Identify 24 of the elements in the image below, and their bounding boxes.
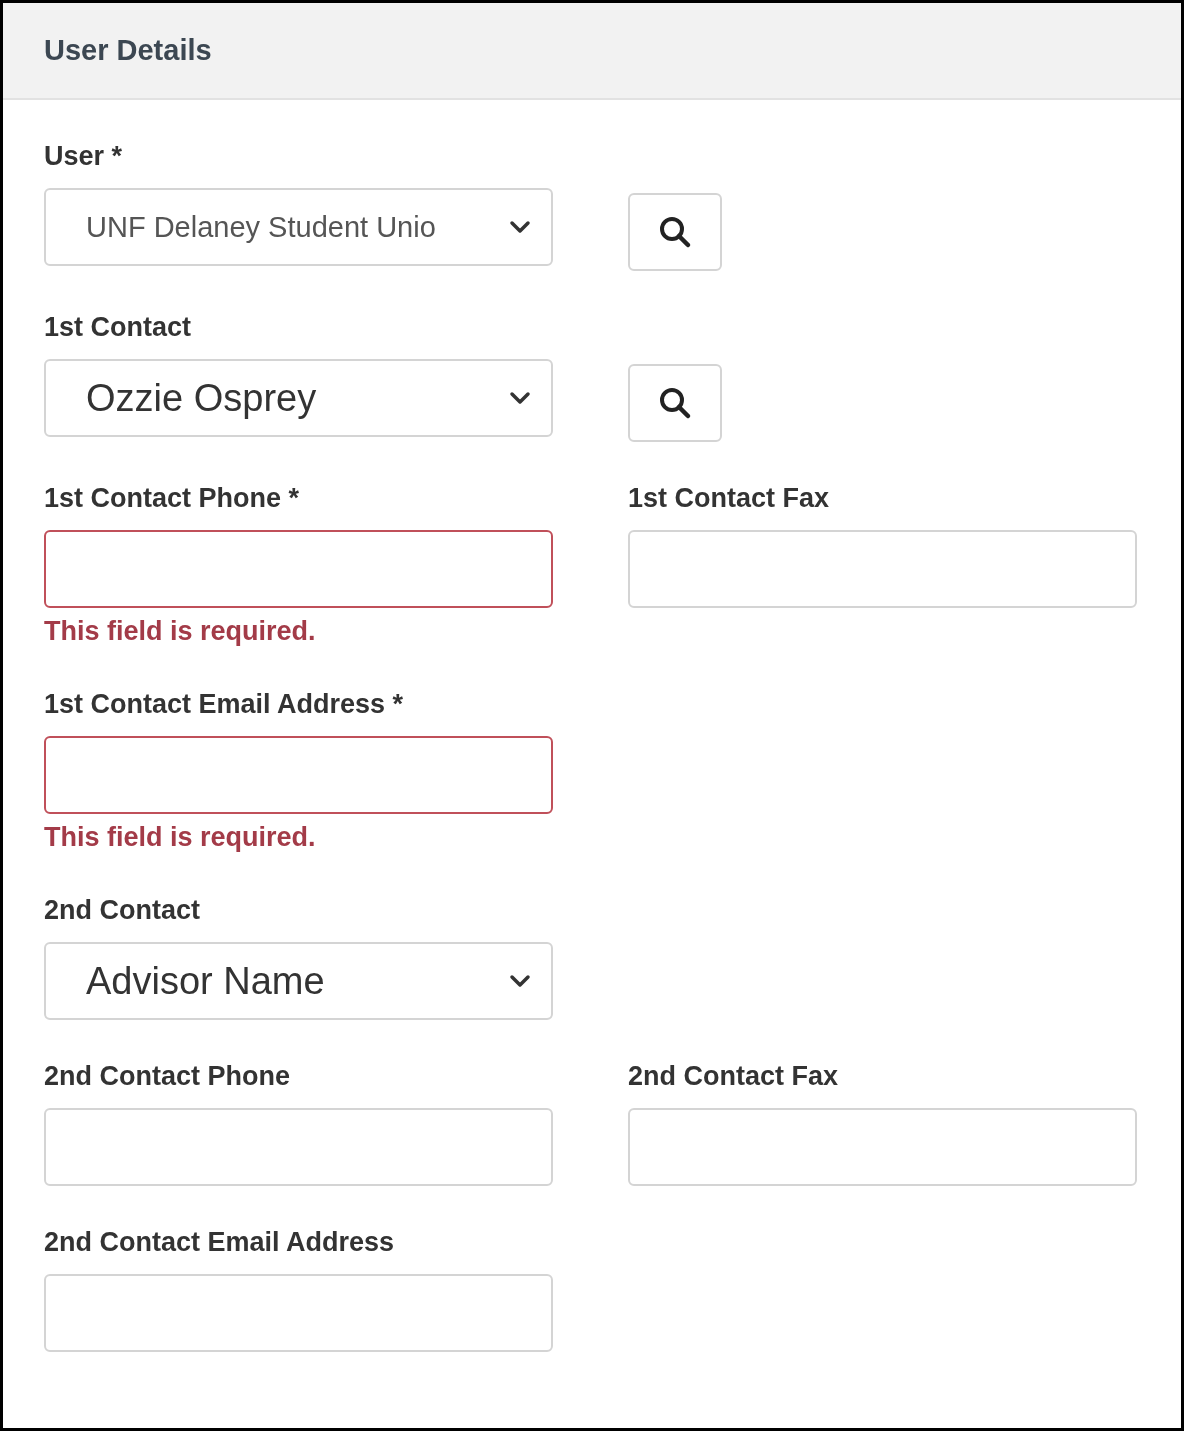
- chevron-down-icon: [509, 391, 531, 405]
- field-label: 2nd Contact Email Address: [44, 1226, 396, 1258]
- field-label: 1st Contact Fax: [628, 482, 831, 514]
- chevron-down-icon: [509, 974, 531, 988]
- input-field[interactable]: [44, 530, 553, 608]
- field-label: 1st Contact Email Address *: [44, 688, 405, 720]
- field-label: 2nd Contact Fax: [628, 1060, 840, 1092]
- error-message: This field is required.: [44, 821, 317, 854]
- dropdown[interactable]: Ozzie Osprey: [44, 359, 553, 437]
- search-button[interactable]: [628, 364, 722, 442]
- search-icon: [658, 386, 692, 420]
- field-label: 2nd Contact Phone: [44, 1060, 291, 1092]
- dropdown[interactable]: UNF Delaney Student Unio: [44, 188, 553, 266]
- field-label: User *: [44, 140, 124, 172]
- chevron-down-icon: [509, 220, 531, 234]
- search-button[interactable]: [628, 193, 722, 271]
- dropdown[interactable]: Advisor Name: [44, 942, 553, 1020]
- panel-title: User Details: [44, 34, 212, 67]
- field-label: 1st Contact Phone *: [44, 482, 301, 514]
- search-icon: [658, 215, 692, 249]
- error-message: This field is required.: [44, 615, 317, 648]
- field-label: 2nd Contact: [44, 894, 201, 926]
- field-label: 1st Contact: [44, 311, 193, 343]
- input-field[interactable]: [44, 736, 553, 814]
